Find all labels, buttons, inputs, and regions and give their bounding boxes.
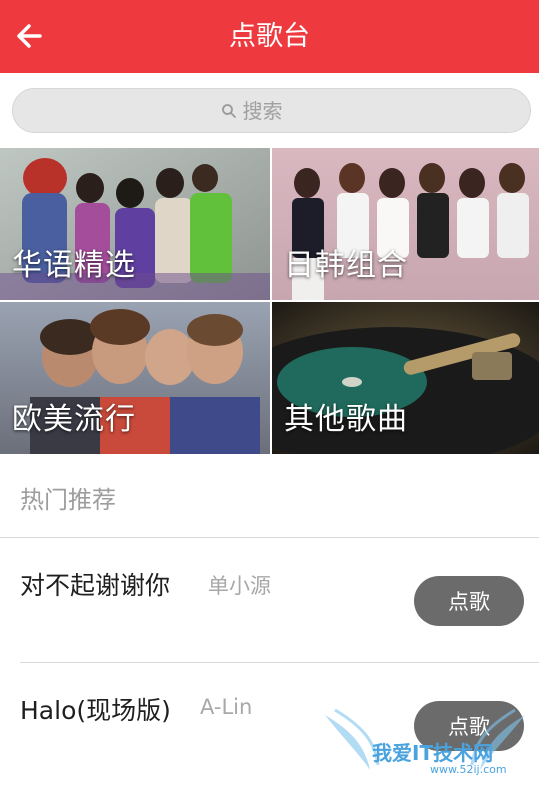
category-label: 日韩组合 <box>284 248 408 283</box>
watermark-url: www.52ij.com <box>430 763 507 776</box>
song-artist: 单小源 <box>208 574 271 598</box>
song-title: 对不起谢谢你 <box>20 571 171 600</box>
category-tile-other[interactable]: 其他歌曲 <box>272 302 539 454</box>
page-title: 点歌台 <box>229 21 310 52</box>
category-tile-western[interactable]: 欧美流行 <box>0 302 270 454</box>
song-artist: A-Lin <box>200 695 253 719</box>
category-grid: 华语精选 日韩组合 欧美流行 其他歌曲 <box>0 148 539 454</box>
song-row[interactable]: 对不起谢谢你 单小源 点歌 <box>0 538 539 662</box>
request-song-button[interactable]: 点歌 <box>414 576 524 626</box>
app-header: 点歌台 <box>0 0 539 73</box>
search-input[interactable] <box>242 98 323 123</box>
category-label: 其他歌曲 <box>284 402 408 437</box>
search-section <box>0 73 539 148</box>
section-title-hot: 热门推荐 <box>20 486 116 514</box>
search-icon <box>221 103 236 118</box>
category-tile-chinese[interactable]: 华语精选 <box>0 148 270 300</box>
category-tile-jpkr[interactable]: 日韩组合 <box>272 148 539 300</box>
search-bar[interactable] <box>12 88 531 133</box>
watermark-text: 我爱IT技术网 <box>372 741 494 765</box>
category-label: 华语精选 <box>12 248 136 283</box>
song-title: Halo(现场版) <box>20 696 171 725</box>
category-label: 欧美流行 <box>12 402 136 437</box>
